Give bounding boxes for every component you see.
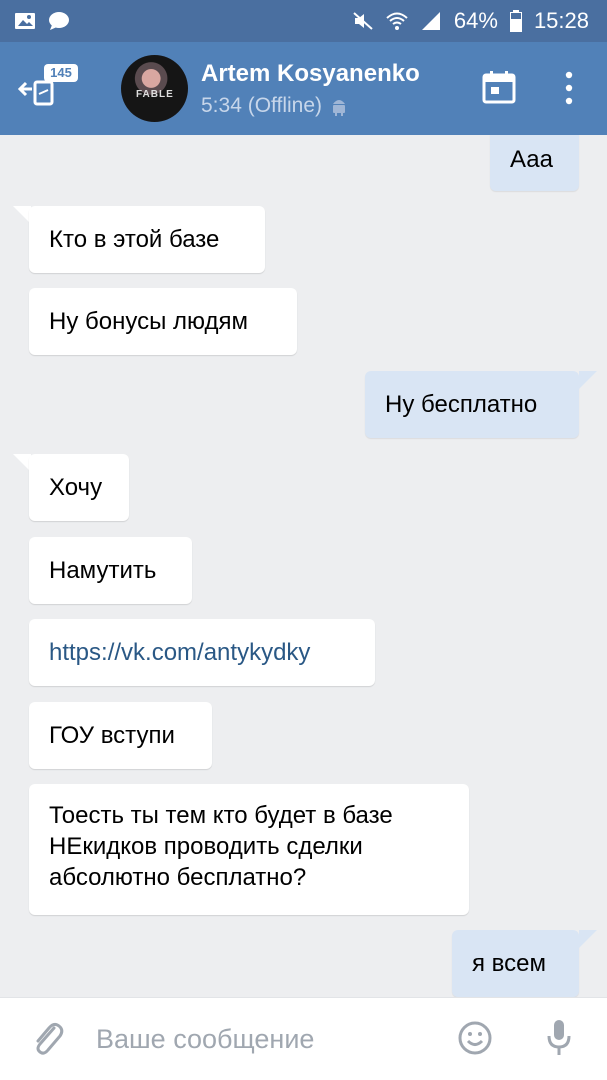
contact-status: 5:34 (Offline)	[201, 94, 348, 118]
message-text: Кто в этой базе	[49, 225, 220, 253]
android-icon	[333, 100, 346, 116]
attach-icon[interactable]	[30, 1018, 66, 1058]
bubble-tail	[579, 371, 597, 389]
mute-icon	[353, 12, 373, 30]
message-text: ГОУ вступи	[49, 721, 175, 749]
message-bubble-outgoing[interactable]: Ну бесплатно	[365, 371, 579, 438]
message-bubble-incoming[interactable]: Хочу	[29, 454, 129, 521]
message-input[interactable]: Ваше сообщение	[96, 1024, 314, 1055]
message-text: Намутить	[49, 556, 157, 584]
chat-icon	[49, 12, 69, 30]
message-link[interactable]: https://vk.com/antykydky	[49, 639, 310, 667]
avatar-shirt-text: FABLE	[136, 89, 174, 100]
contact-name[interactable]: Artem Kosyanenko	[201, 60, 420, 88]
microphone-icon[interactable]	[546, 1018, 572, 1058]
message-list[interactable]: Ааа Кто в этой базе Ну бонусы людям Ну б…	[0, 135, 607, 997]
message-text: Ааа	[510, 146, 553, 173]
status-bar: 64% 15:28	[0, 0, 607, 42]
last-seen: 5:34 (Offline)	[201, 94, 323, 117]
battery-icon	[509, 10, 522, 32]
message-bubble-incoming[interactable]: Ну бонусы людям	[29, 288, 297, 355]
signal-icon	[421, 12, 440, 30]
message-bubble-outgoing[interactable]: Ааа	[490, 135, 579, 191]
gallery-icon	[15, 13, 35, 29]
message-text: я всем	[472, 949, 546, 977]
message-composer: Ваше сообщение	[0, 997, 607, 1080]
unread-badge: 145	[44, 64, 78, 82]
battery-percent: 64%	[453, 8, 498, 33]
message-bubble-incoming[interactable]: https://vk.com/antykydky	[29, 619, 375, 686]
calendar-icon[interactable]	[482, 70, 516, 104]
message-text: Хочу	[49, 473, 103, 501]
bubble-tail	[579, 930, 597, 948]
message-text: Ну бонусы людям	[49, 307, 248, 335]
message-text: Тоесть ты тем кто будет в базе НЕкидков …	[49, 802, 393, 891]
message-bubble-incoming[interactable]: ГОУ вступи	[29, 702, 212, 769]
more-menu-icon[interactable]	[563, 70, 575, 106]
message-bubble-outgoing[interactable]: я всем	[452, 930, 579, 997]
emoji-icon[interactable]	[458, 1021, 492, 1055]
message-bubble-incoming[interactable]: Намутить	[29, 537, 192, 604]
chat-header: 145 FABLE Artem Kosyanenko 5:34 (Offline…	[0, 42, 607, 135]
message-text: Ну бесплатно	[385, 390, 538, 418]
message-bubble-incoming[interactable]: Кто в этой базе	[29, 206, 265, 273]
clock: 15:28	[533, 8, 589, 33]
avatar[interactable]: FABLE	[121, 55, 188, 122]
message-bubble-incoming[interactable]: Тоесть ты тем кто будет в базе НЕкидков …	[29, 784, 469, 915]
wifi-icon	[386, 12, 408, 30]
